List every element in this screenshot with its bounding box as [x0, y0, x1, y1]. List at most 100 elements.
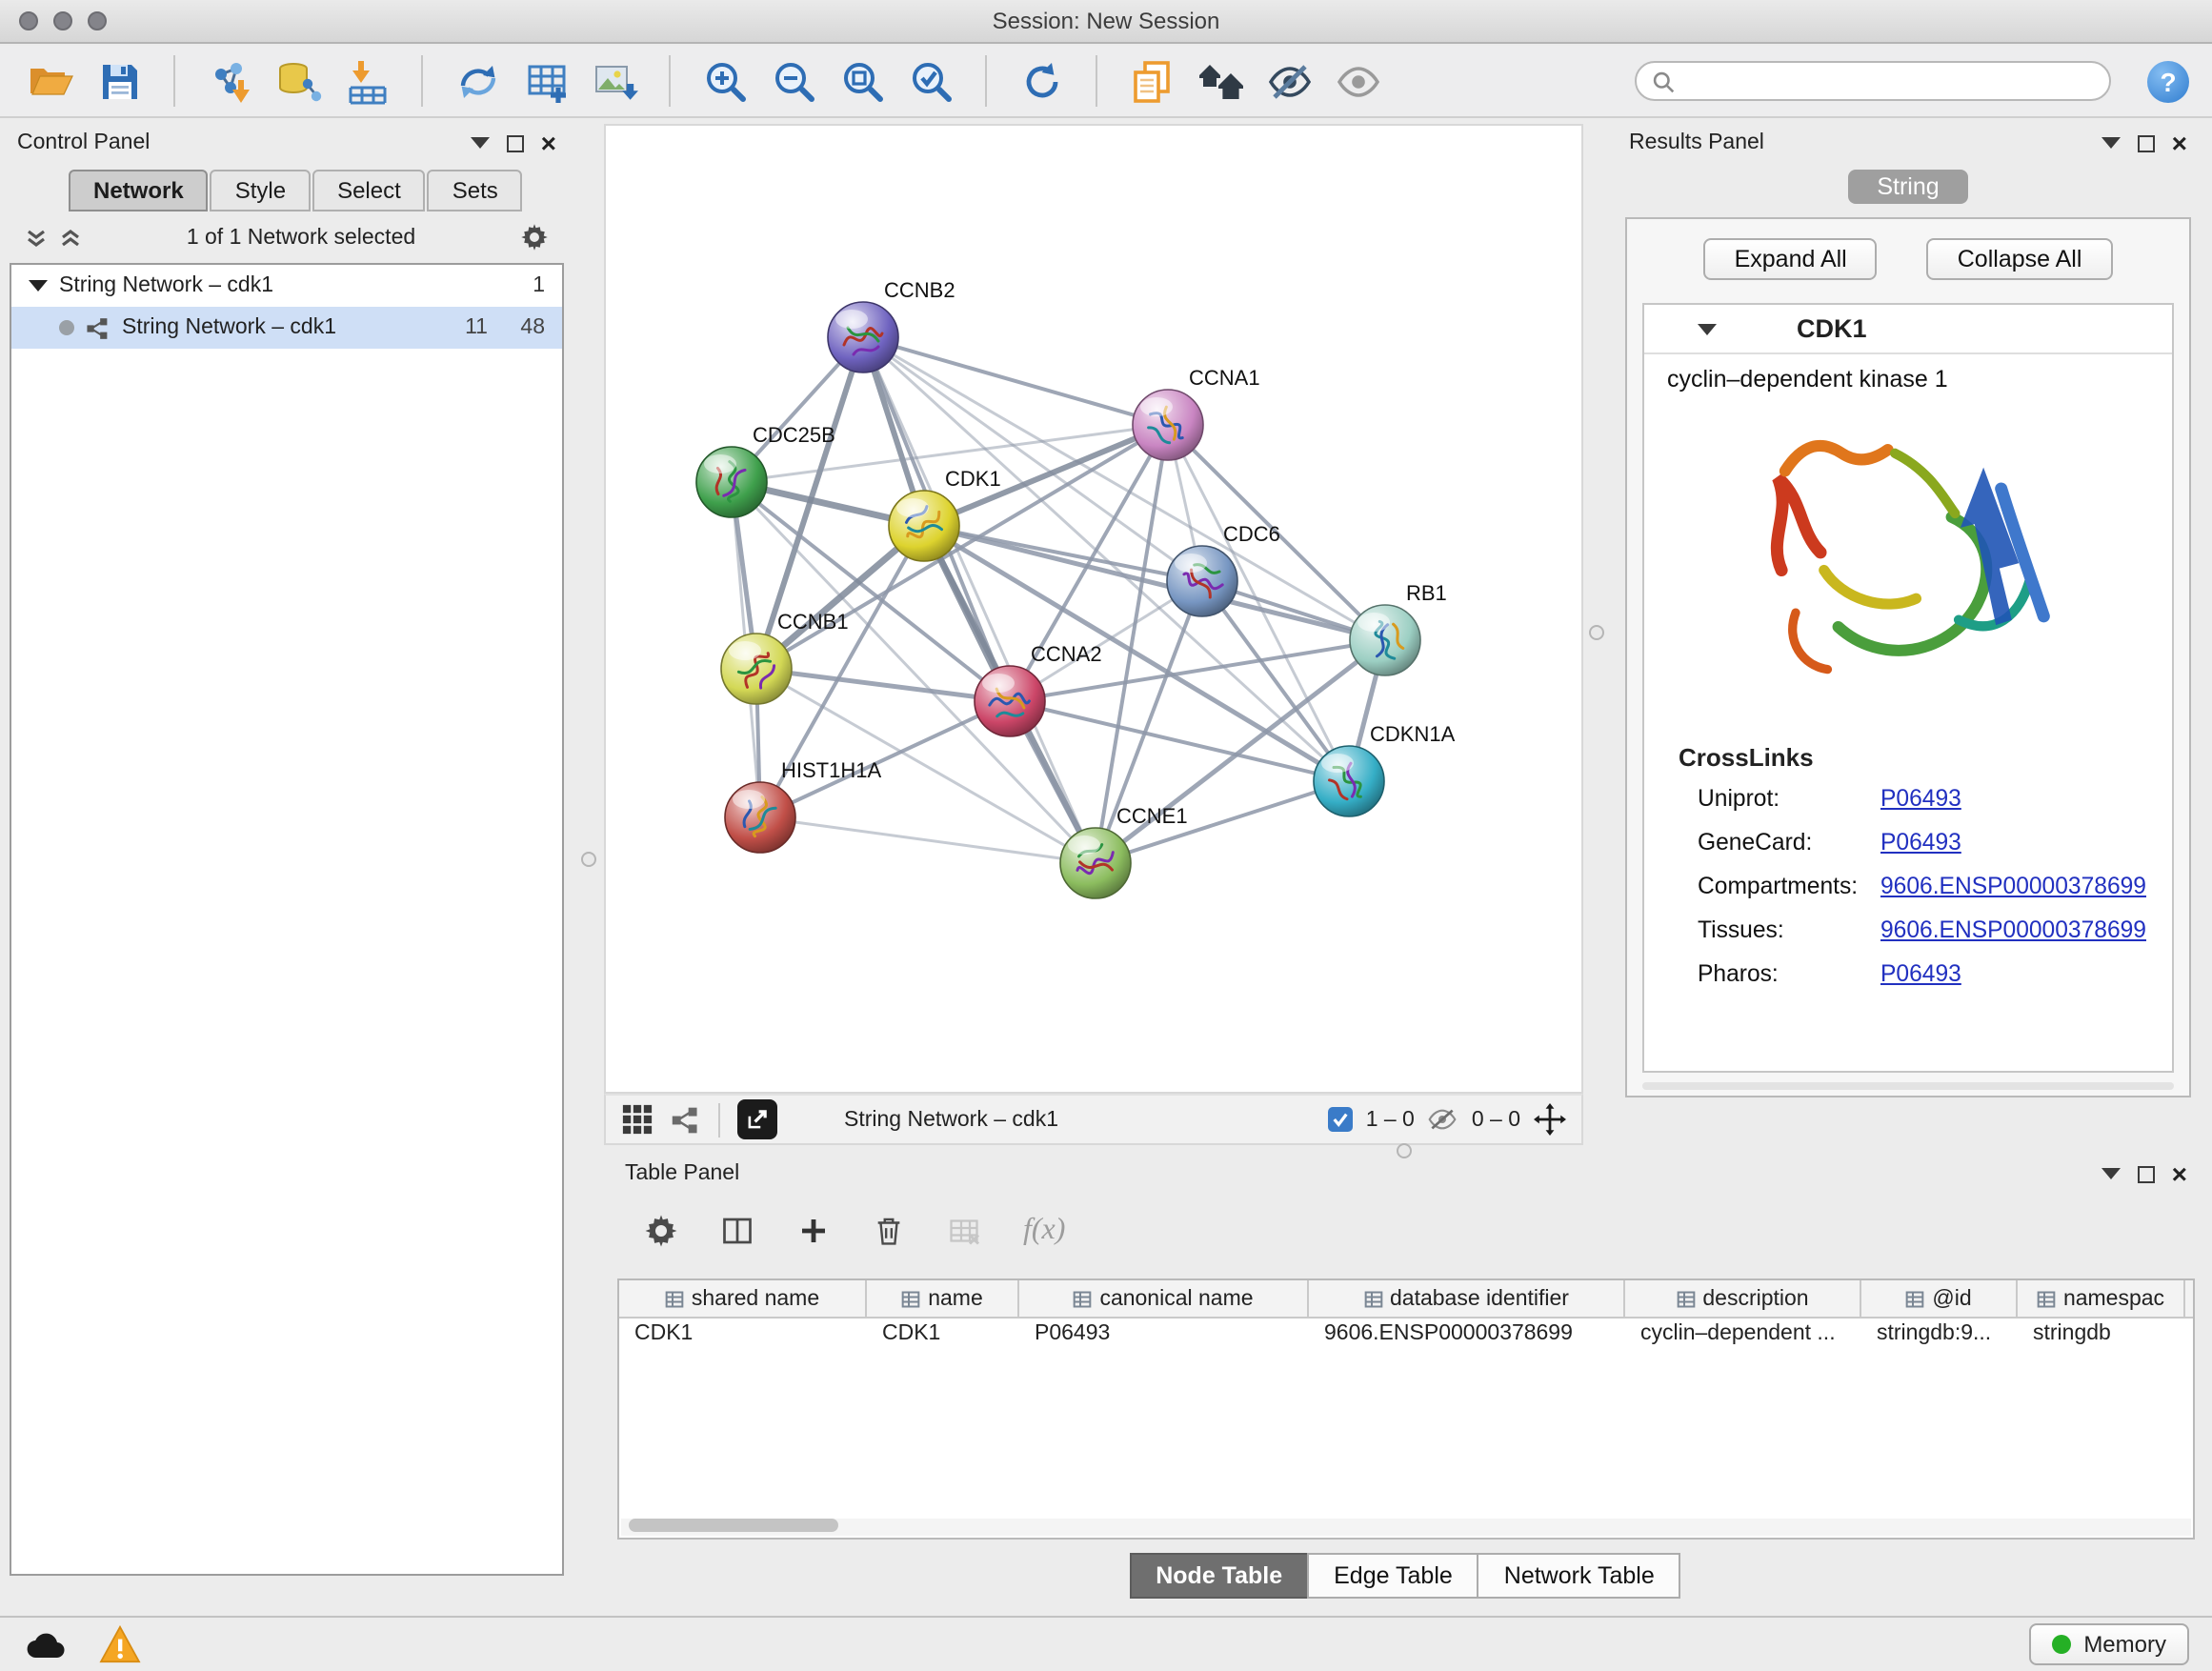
tab-edge-table[interactable]: Edge Table	[1307, 1553, 1479, 1599]
collapse-all-icon[interactable]	[25, 226, 48, 249]
memory-button[interactable]: Memory	[2028, 1623, 2189, 1665]
network-node-CDC6[interactable]	[1167, 546, 1237, 616]
network-graph[interactable]: CCNB2CCNA1CDC25BCDK1CDC6RB1CCNB1CCNA2CDK…	[606, 126, 1581, 1092]
open-session-button[interactable]	[23, 52, 78, 110]
new-network-from-selection-button[interactable]	[450, 52, 505, 110]
network-node-CCNB1[interactable]	[721, 634, 792, 704]
collapse-all-button[interactable]: Collapse All	[1927, 238, 2113, 280]
refresh-view-button[interactable]	[1014, 52, 1069, 110]
open-in-new-window-button[interactable]	[737, 1099, 777, 1139]
search-input[interactable]	[1684, 68, 2094, 94]
results-horizontal-scrollbar[interactable]	[1642, 1082, 2174, 1090]
show-all-button[interactable]	[1330, 52, 1385, 110]
network-edge[interactable]	[863, 337, 1168, 425]
network-collection-row[interactable]: String Network – cdk1 1	[11, 265, 562, 307]
network-row[interactable]: String Network – cdk1 11 48	[11, 307, 562, 349]
column-header--id[interactable]: @id	[1861, 1280, 2018, 1317]
zoom-selected-button[interactable]	[903, 52, 958, 110]
panel-float-icon[interactable]	[507, 134, 524, 151]
table-row[interactable]: CDK1CDK1P064939606.ENSP00000378699cyclin…	[619, 1319, 2193, 1355]
delete-column-trash-icon[interactable]	[873, 1214, 905, 1248]
expand-all-button[interactable]: Expand All	[1704, 238, 1878, 280]
network-node-CDC25B[interactable]	[696, 447, 767, 517]
network-options-gear-icon[interactable]	[520, 223, 549, 252]
panel-menu-icon[interactable]	[2101, 137, 2121, 149]
tab-style[interactable]: Style	[211, 170, 311, 211]
import-table-from-file-button[interactable]	[339, 52, 394, 110]
grid-view-button[interactable]	[621, 1103, 654, 1136]
add-column-plus-icon[interactable]	[796, 1214, 831, 1248]
tab-node-table[interactable]: Node Table	[1129, 1553, 1309, 1599]
table-scrollbar-track[interactable]	[621, 1519, 2191, 1536]
import-network-from-file-button[interactable]	[202, 52, 257, 110]
string-tab-badge[interactable]: String	[1848, 170, 1967, 204]
network-edge[interactable]	[924, 526, 1385, 640]
network-view-share-icon[interactable]	[671, 1104, 701, 1135]
warning-button[interactable]	[99, 1625, 141, 1663]
panel-close-icon[interactable]: ×	[2172, 130, 2187, 156]
import-network-from-database-button[interactable]	[271, 52, 326, 110]
column-header-description[interactable]: description	[1625, 1280, 1861, 1317]
zoom-fit-button[interactable]	[835, 52, 890, 110]
column-header-canonical-name[interactable]: canonical name	[1019, 1280, 1309, 1317]
network-node-CCNB2[interactable]	[828, 302, 898, 372]
tab-sets[interactable]: Sets	[428, 170, 523, 211]
hidden-eye-slash-icon[interactable]	[1428, 1107, 1458, 1132]
first-neighbors-button[interactable]	[1193, 52, 1248, 110]
table-options-gear-icon[interactable]	[644, 1214, 678, 1248]
network-node-HIST1H1A[interactable]	[725, 782, 795, 853]
export-image-button[interactable]	[587, 52, 642, 110]
splitter-handle[interactable]	[581, 852, 596, 867]
column-header-shared-name[interactable]: shared name	[619, 1280, 867, 1317]
table-scrollbar-thumb[interactable]	[629, 1519, 838, 1532]
crosslink-value-link[interactable]: 9606.ENSP00000378699	[1880, 916, 2146, 942]
network-canvas[interactable]: CCNB2CCNA1CDC25BCDK1CDC6RB1CCNB1CCNA2CDK…	[604, 124, 1583, 1094]
crosslink-value-link[interactable]: 9606.ENSP00000378699	[1880, 872, 2146, 898]
network-node-CCNA1[interactable]	[1133, 390, 1203, 460]
selected-checkbox-icon[interactable]	[1328, 1107, 1353, 1132]
panel-float-icon[interactable]	[2138, 134, 2155, 151]
tab-network-table[interactable]: Network Table	[1478, 1553, 1681, 1599]
network-node-CCNE1[interactable]	[1060, 828, 1131, 898]
disclosure-triangle-icon[interactable]	[29, 280, 48, 292]
zoom-window-button[interactable]	[88, 11, 107, 30]
network-edge[interactable]	[760, 817, 1096, 863]
zoom-out-button[interactable]	[766, 52, 821, 110]
crosslink-value-link[interactable]: P06493	[1880, 784, 1961, 811]
network-node-CDKN1A[interactable]	[1314, 746, 1384, 816]
panel-float-icon[interactable]	[2138, 1165, 2155, 1182]
panel-close-icon[interactable]: ×	[541, 130, 556, 156]
column-header-namespac[interactable]: namespac	[2018, 1280, 2185, 1317]
gene-section-header[interactable]: CDK1	[1644, 305, 2172, 354]
panel-menu-icon[interactable]	[2101, 1168, 2121, 1179]
copy-document-button[interactable]	[1124, 52, 1179, 110]
network-node-CDK1[interactable]	[889, 491, 959, 561]
panel-close-icon[interactable]: ×	[2172, 1160, 2187, 1187]
search-box[interactable]	[1635, 61, 2111, 101]
close-window-button[interactable]	[19, 11, 38, 30]
zoom-in-button[interactable]	[697, 52, 753, 110]
function-builder-button[interactable]: f(x)	[1023, 1214, 1065, 1248]
show-columns-icon[interactable]	[720, 1214, 754, 1248]
network-node-RB1[interactable]	[1350, 605, 1420, 675]
column-header-database-identifier[interactable]: database identifier	[1309, 1280, 1625, 1317]
crosslink-value-link[interactable]: P06493	[1880, 828, 1961, 855]
minimize-window-button[interactable]	[53, 11, 72, 30]
section-disclosure-icon[interactable]	[1698, 323, 1717, 334]
splitter-handle[interactable]	[1589, 625, 1604, 640]
pan-crosshair-icon[interactable]	[1534, 1103, 1566, 1136]
panel-menu-icon[interactable]	[471, 137, 490, 149]
cloud-button[interactable]	[23, 1628, 69, 1661]
crosslink-value-link[interactable]: P06493	[1880, 959, 1961, 986]
save-session-button[interactable]	[91, 52, 147, 110]
network-edge[interactable]	[863, 337, 1096, 863]
hide-selected-button[interactable]	[1261, 52, 1317, 110]
help-button[interactable]: ?	[2147, 60, 2189, 102]
tab-network[interactable]: Network	[69, 170, 209, 211]
tab-select[interactable]: Select	[312, 170, 426, 211]
expand-all-icon[interactable]	[59, 226, 82, 249]
network-edge[interactable]	[863, 337, 1385, 640]
column-header-name[interactable]: name	[867, 1280, 1019, 1317]
new-table-button[interactable]	[518, 52, 573, 110]
network-node-CCNA2[interactable]	[975, 666, 1045, 736]
